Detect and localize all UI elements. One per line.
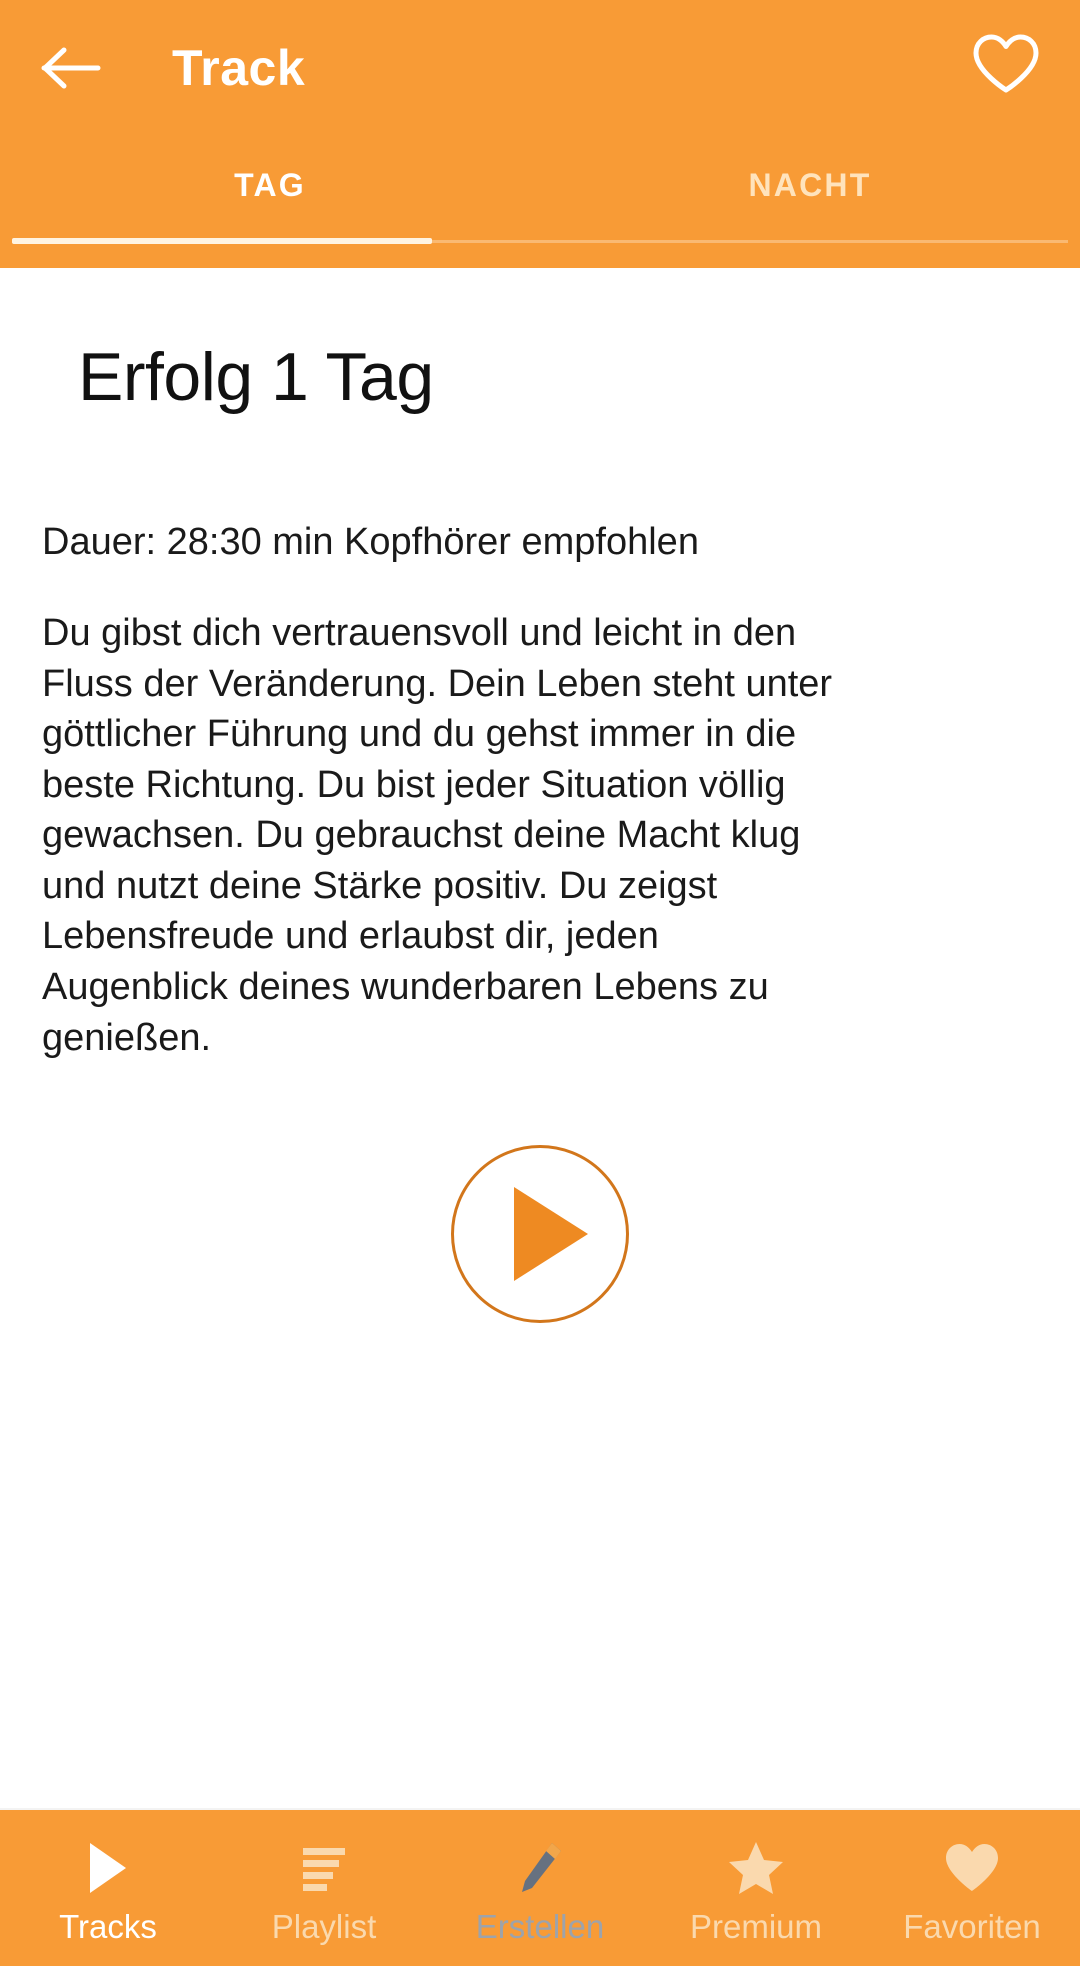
bottom-navigation: Tracks Playlist Erstellen Premium Favori… <box>0 1808 1080 1966</box>
pencil-icon <box>514 1840 566 1896</box>
app-bar: Track <box>0 0 1080 135</box>
heart-outline-icon <box>971 33 1041 102</box>
tab-tag[interactable]: TAG <box>0 169 540 201</box>
nav-label-erstellen: Erstellen <box>475 1907 605 1945</box>
app-screen: Track TAG NACHT Erfolg 1 Tag Dauer: 28:3… <box>0 0 1080 1966</box>
page-title: Track <box>172 39 306 96</box>
tab-nacht[interactable]: NACHT <box>540 169 1080 201</box>
nav-label-premium: Premium <box>689 1907 823 1945</box>
nav-item-erstellen[interactable]: Erstellen <box>432 1810 648 1966</box>
play-button-container <box>42 1145 1038 1324</box>
play-button[interactable] <box>451 1145 629 1324</box>
play-icon <box>86 1840 130 1896</box>
nav-label-tracks: Tracks <box>59 1907 157 1945</box>
track-duration: Dauer: 28:30 min Kopfhörer empfohlen <box>42 520 699 563</box>
tab-bar: TAG NACHT <box>0 135 1080 235</box>
tab-indicator-active <box>12 238 432 244</box>
tab-indicator <box>0 238 1080 244</box>
main-content: Erfolg 1 Tag Dauer: 28:30 min Kopfhörer … <box>0 268 1080 1808</box>
favorite-button[interactable] <box>968 30 1044 106</box>
nav-item-premium[interactable]: Premium <box>648 1810 864 1966</box>
play-icon <box>514 1187 588 1282</box>
back-button[interactable] <box>36 32 108 104</box>
track-description: Du gibst dich vertrauensvoll und leicht … <box>42 612 833 1059</box>
nav-item-favoriten[interactable]: Favoriten <box>864 1810 1080 1966</box>
list-icon <box>298 1840 350 1896</box>
star-icon <box>727 1840 785 1896</box>
track-title: Erfolg 1 Tag <box>78 339 434 415</box>
nav-item-tracks[interactable]: Tracks <box>0 1810 216 1966</box>
app-header: Track TAG NACHT <box>0 0 1080 268</box>
arrow-left-icon <box>41 44 103 92</box>
nav-label-playlist: Playlist <box>271 1907 377 1945</box>
nav-label-favoriten: Favoriten <box>903 1907 1041 1945</box>
nav-item-playlist[interactable]: Playlist <box>216 1810 432 1966</box>
heart-filled-icon <box>943 1840 1001 1896</box>
